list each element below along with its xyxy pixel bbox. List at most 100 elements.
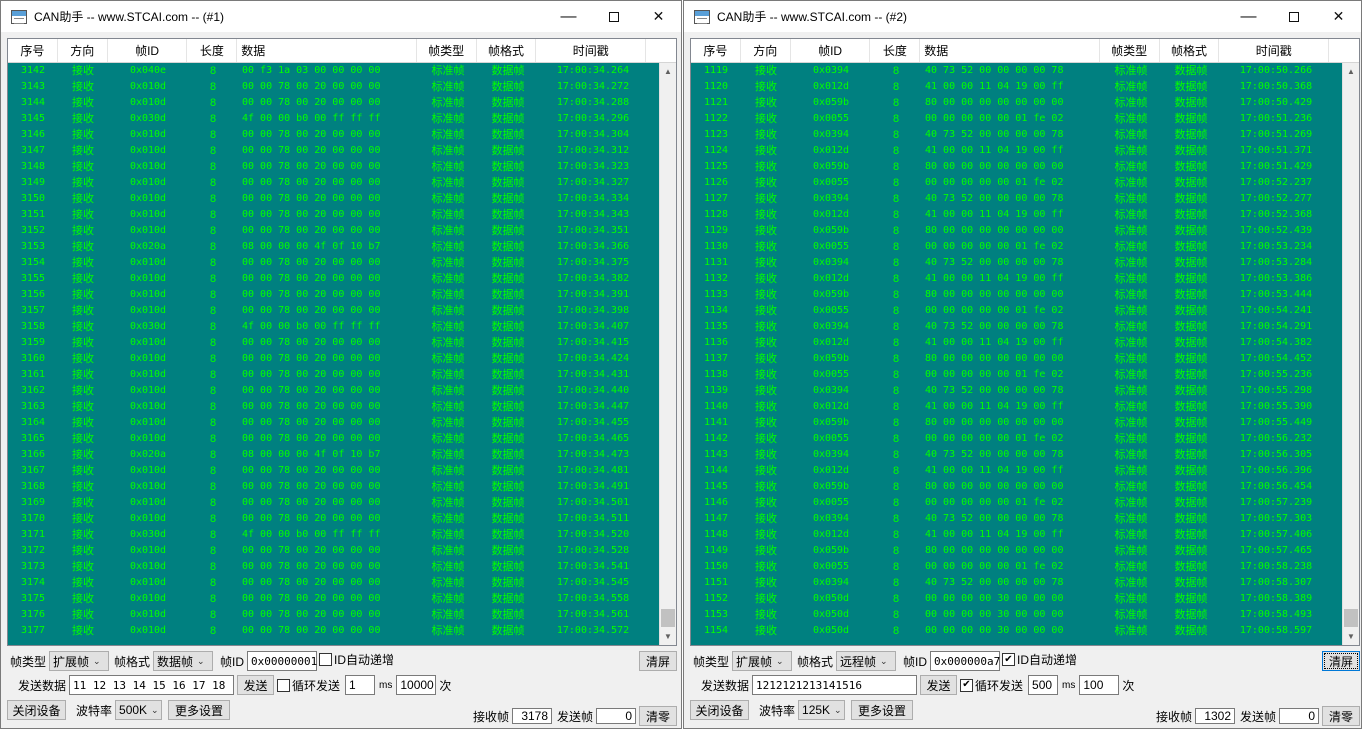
table-row[interactable]: 1146 接收 0x0055 8 00 00 00 00 00 01 fe 02 标准帧 数…	[691, 495, 1342, 511]
interval-input[interactable]: 1	[345, 675, 376, 695]
table-row[interactable]: 1127 接收 0x0394 8 40 73 52 00 00 00 00 78 标准帧 数…	[691, 191, 1342, 207]
table-row[interactable]: 1132 接收 0x012d 8 41 00 00 11 04 19 00 ff 标准帧 数…	[691, 271, 1342, 287]
table-row[interactable]: 1149 接收 0x059b 8 80 00 00 00 00 00 00 00 标准帧 数…	[691, 543, 1342, 559]
column-header-frame-type[interactable]: 帧类型	[1100, 39, 1160, 62]
table-row[interactable]: 3165 接收 0x010d 8 00 00 78 00 20 00 00 00 标准帧 数…	[8, 431, 659, 447]
close-device-button[interactable]: 关闭设备	[7, 700, 66, 720]
frame-type-select[interactable]: 扩展帧 ⌄	[732, 651, 793, 671]
column-header-seq[interactable]: 序号	[691, 39, 741, 62]
table-row[interactable]: 1154 接收 0x050d 8 00 00 00 00 30 00 00 00 标准帧 数…	[691, 623, 1342, 639]
table-row[interactable]: 3176 接收 0x010d 8 00 00 78 00 20 00 00 00 标准帧 数…	[8, 607, 659, 623]
table-row[interactable]: 1148 接收 0x012d 8 41 00 00 11 04 19 00 ff 标准帧 数…	[691, 527, 1342, 543]
table-row[interactable]: 3153 接收 0x020a 8 08 00 00 00 4f 0f 10 b7 标准帧 数…	[8, 239, 659, 255]
scroll-down-icon[interactable]: ▼	[660, 628, 676, 645]
table-row[interactable]: 3145 接收 0x030d 8 4f 00 00 b0 00 ff ff ff 标准帧 数…	[8, 111, 659, 127]
frame-id-input[interactable]: 0x000000a7	[930, 651, 1000, 671]
table-row[interactable]: 1144 接收 0x012d 8 41 00 00 11 04 19 00 ff 标准帧 数…	[691, 463, 1342, 479]
table-row[interactable]: 1126 接收 0x0055 8 00 00 00 00 00 01 fe 02 标准帧 数…	[691, 175, 1342, 191]
close-icon[interactable]: ✕	[636, 1, 681, 32]
table-row[interactable]: 3155 接收 0x010d 8 00 00 78 00 20 00 00 00 标准帧 数…	[8, 271, 659, 287]
table-row[interactable]: 1137 接收 0x059b 8 80 00 00 00 00 00 00 00 标准帧 数…	[691, 351, 1342, 367]
table-row[interactable]: 3144 接收 0x010d 8 00 00 78 00 20 00 00 00 标准帧 数…	[8, 95, 659, 111]
auto-increment-checkbox[interactable]: ✔	[1002, 653, 1015, 666]
table-row[interactable]: 1147 接收 0x0394 8 40 73 52 00 00 00 00 78 标准帧 数…	[691, 511, 1342, 527]
frame-format-select[interactable]: 远程帧 ⌄	[836, 651, 897, 671]
column-header-frame-id[interactable]: 帧ID	[108, 39, 188, 62]
minimize-icon[interactable]: —	[546, 1, 591, 32]
table-row[interactable]: 1120 接收 0x012d 8 41 00 00 11 04 19 00 ff 标准帧 数…	[691, 79, 1342, 95]
table-row[interactable]: 3149 接收 0x010d 8 00 00 78 00 20 00 00 00 标准帧 数…	[8, 175, 659, 191]
auto-increment-checkbox[interactable]	[319, 653, 332, 666]
scroll-up-icon[interactable]: ▲	[1343, 63, 1359, 80]
column-header-frame-format[interactable]: 帧格式	[1160, 39, 1220, 62]
title-bar[interactable]: CAN助手 -- www.STCAI.com -- (#1) — ✕	[1, 1, 681, 32]
table-row[interactable]: 3171 接收 0x030d 8 4f 00 00 b0 00 ff ff ff 标准帧 数…	[8, 527, 659, 543]
table-row[interactable]: 1142 接收 0x0055 8 00 00 00 00 00 01 fe 02 标准帧 数…	[691, 431, 1342, 447]
table-row[interactable]: 1143 接收 0x0394 8 40 73 52 00 00 00 00 78 标准帧 数…	[691, 447, 1342, 463]
count-input[interactable]: 100	[1079, 675, 1120, 695]
column-header-frame-format[interactable]: 帧格式	[477, 39, 537, 62]
table-row[interactable]: 1141 接收 0x059b 8 80 00 00 00 00 00 00 00 标准帧 数…	[691, 415, 1342, 431]
table-row[interactable]: 1129 接收 0x059b 8 80 00 00 00 00 00 00 00 标准帧 数…	[691, 223, 1342, 239]
baud-select[interactable]: 500K ⌄	[115, 700, 163, 720]
table-row[interactable]: 3173 接收 0x010d 8 00 00 78 00 20 00 00 00 标准帧 数…	[8, 559, 659, 575]
table-row[interactable]: 3158 接收 0x030d 8 4f 00 00 b0 00 ff ff ff 标准帧 数…	[8, 319, 659, 335]
table-row[interactable]: 1131 接收 0x0394 8 40 73 52 00 00 00 00 78 标准帧 数…	[691, 255, 1342, 271]
table-row[interactable]: 3152 接收 0x010d 8 00 00 78 00 20 00 00 00 标准帧 数…	[8, 223, 659, 239]
table-row[interactable]: 3172 接收 0x010d 8 00 00 78 00 20 00 00 00 标准帧 数…	[8, 543, 659, 559]
column-header-timestamp[interactable]: 时间戳	[536, 39, 647, 62]
column-header-frame-id[interactable]: 帧ID	[791, 39, 871, 62]
table-row[interactable]: 1153 接收 0x050d 8 00 00 00 00 30 00 00 00 标准帧 数…	[691, 607, 1342, 623]
vertical-scrollbar[interactable]: ▲ ▼	[659, 63, 676, 645]
table-row[interactable]: 3150 接收 0x010d 8 00 00 78 00 20 00 00 00 标准帧 数…	[8, 191, 659, 207]
table-row[interactable]: 1128 接收 0x012d 8 41 00 00 11 04 19 00 ff 标准帧 数…	[691, 207, 1342, 223]
column-header-frame-type[interactable]: 帧类型	[417, 39, 477, 62]
table-row[interactable]: 3159 接收 0x010d 8 00 00 78 00 20 00 00 00 标准帧 数…	[8, 335, 659, 351]
column-header-seq[interactable]: 序号	[8, 39, 58, 62]
clear-count-button[interactable]: 清零	[1322, 706, 1361, 726]
table-row[interactable]: 1130 接收 0x0055 8 00 00 00 00 00 01 fe 02 标准帧 数…	[691, 239, 1342, 255]
send-data-input[interactable]: 1212121213141516	[752, 675, 918, 695]
table-row[interactable]: 1150 接收 0x0055 8 00 00 00 00 00 01 fe 02 标准帧 数…	[691, 559, 1342, 575]
table-row[interactable]: 1122 接收 0x0055 8 00 00 00 00 00 01 fe 02 标准帧 数…	[691, 111, 1342, 127]
minimize-icon[interactable]: —	[1226, 1, 1271, 32]
table-row[interactable]: 3170 接收 0x010d 8 00 00 78 00 20 00 00 00 标准帧 数…	[8, 511, 659, 527]
clear-count-button[interactable]: 清零	[639, 706, 678, 726]
table-row[interactable]: 3164 接收 0x010d 8 00 00 78 00 20 00 00 00 标准帧 数…	[8, 415, 659, 431]
table-row[interactable]: 3163 接收 0x010d 8 00 00 78 00 20 00 00 00 标准帧 数…	[8, 399, 659, 415]
maximize-icon[interactable]	[591, 1, 636, 32]
table-row[interactable]: 3148 接收 0x010d 8 00 00 78 00 20 00 00 00 标准帧 数…	[8, 159, 659, 175]
table-row[interactable]: 3154 接收 0x010d 8 00 00 78 00 20 00 00 00 标准帧 数…	[8, 255, 659, 271]
table-row[interactable]: 1136 接收 0x012d 8 41 00 00 11 04 19 00 ff 标准帧 数…	[691, 335, 1342, 351]
message-grid[interactable]: 序号 方向 帧ID 长度 数据 帧类型 帧格式 时间戳 3142 接收 0x040e…	[7, 38, 677, 646]
column-header-timestamp[interactable]: 时间戳	[1219, 39, 1330, 62]
more-settings-button[interactable]: 更多设置	[851, 700, 913, 720]
message-grid[interactable]: 序号 方向 帧ID 长度 数据 帧类型 帧格式 时间戳 1119 接收 0x0394…	[690, 38, 1360, 646]
table-row[interactable]: 1138 接收 0x0055 8 00 00 00 00 00 01 fe 02 标准帧 数…	[691, 367, 1342, 383]
table-row[interactable]: 3162 接收 0x010d 8 00 00 78 00 20 00 00 00 标准帧 数…	[8, 383, 659, 399]
table-row[interactable]: 1152 接收 0x050d 8 00 00 00 00 30 00 00 00 标准帧 数…	[691, 591, 1342, 607]
send-button[interactable]: 发送	[237, 675, 274, 695]
interval-input[interactable]: 500	[1028, 675, 1059, 695]
scroll-thumb[interactable]	[1344, 609, 1358, 627]
table-row[interactable]: 3169 接收 0x010d 8 00 00 78 00 20 00 00 00 标准帧 数…	[8, 495, 659, 511]
table-row[interactable]: 3167 接收 0x010d 8 00 00 78 00 20 00 00 00 标准帧 数…	[8, 463, 659, 479]
frame-id-input[interactable]: 0x00000001	[247, 651, 317, 671]
scroll-up-icon[interactable]: ▲	[660, 63, 676, 80]
frame-type-select[interactable]: 扩展帧 ⌄	[49, 651, 110, 671]
table-row[interactable]: 3143 接收 0x010d 8 00 00 78 00 20 00 00 00 标准帧 数…	[8, 79, 659, 95]
table-row[interactable]: 3142 接收 0x040e 8 00 f3 1a 03 00 00 00 00 标准帧 数…	[8, 63, 659, 79]
table-row[interactable]: 3174 接收 0x010d 8 00 00 78 00 20 00 00 00 标准帧 数…	[8, 575, 659, 591]
loop-send-checkbox[interactable]	[277, 678, 290, 692]
table-row[interactable]: 1121 接收 0x059b 8 80 00 00 00 00 00 00 00 标准帧 数…	[691, 95, 1342, 111]
loop-send-checkbox[interactable]: ✔	[960, 678, 973, 692]
table-row[interactable]: 1135 接收 0x0394 8 40 73 52 00 00 00 00 78 标准帧 数…	[691, 319, 1342, 335]
title-bar[interactable]: CAN助手 -- www.STCAI.com -- (#2) — ✕	[684, 1, 1361, 32]
table-row[interactable]: 3157 接收 0x010d 8 00 00 78 00 20 00 00 00 标准帧 数…	[8, 303, 659, 319]
clear-screen-button[interactable]: 清屏	[1322, 651, 1360, 671]
table-row[interactable]: 3147 接收 0x010d 8 00 00 78 00 20 00 00 00 标准帧 数…	[8, 143, 659, 159]
baud-select[interactable]: 125K ⌄	[798, 700, 846, 720]
table-row[interactable]: 3161 接收 0x010d 8 00 00 78 00 20 00 00 00 标准帧 数…	[8, 367, 659, 383]
table-row[interactable]: 3166 接收 0x020a 8 08 00 00 00 4f 0f 10 b7 标准帧 数…	[8, 447, 659, 463]
table-row[interactable]: 1134 接收 0x0055 8 00 00 00 00 00 01 fe 02 标准帧 数…	[691, 303, 1342, 319]
